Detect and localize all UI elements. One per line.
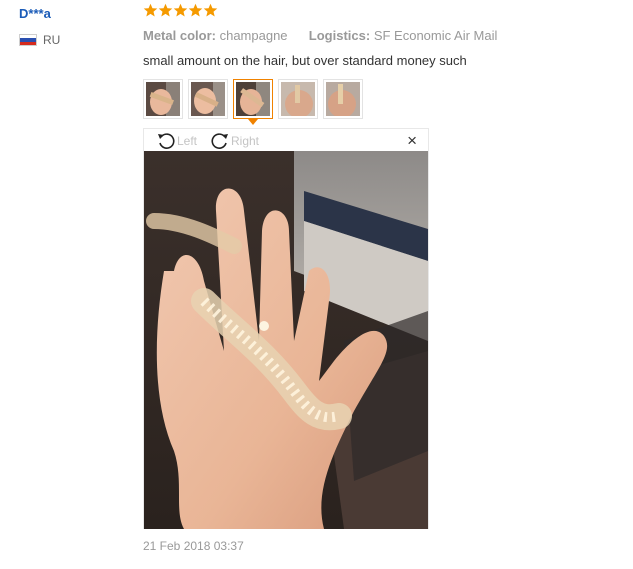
photo-viewer: Left Right × xyxy=(143,128,429,529)
product-attributes: Metal color: champagne Logistics: SF Eco… xyxy=(143,28,497,43)
reviewer-country: RU xyxy=(19,33,99,47)
active-thumbnail-pointer xyxy=(248,119,258,125)
review-text: small amount on the hair, but over stand… xyxy=(143,53,467,68)
photo-thumbnail[interactable] xyxy=(188,79,228,119)
star-icon xyxy=(158,3,173,17)
photo-thumbnails xyxy=(143,79,363,125)
star-icon xyxy=(203,3,218,17)
review-timestamp: 21 Feb 2018 03:37 xyxy=(143,539,244,553)
reviewer-info: D***a RU xyxy=(19,6,60,47)
star-icon xyxy=(143,3,158,17)
photo-thumbnail[interactable] xyxy=(323,79,363,119)
review-photo-thumbnail-icon xyxy=(146,82,180,116)
rotate-left-button[interactable]: Left xyxy=(156,131,197,151)
rotate-left-icon xyxy=(158,133,175,149)
star-icon xyxy=(173,3,188,17)
photo-viewer-toolbar: Left Right × xyxy=(144,129,428,152)
attr-value-logistics: SF Economic Air Mail xyxy=(373,28,498,43)
photo-thumbnail[interactable] xyxy=(278,79,318,119)
country-code: RU xyxy=(43,33,61,47)
attr-key-logistics: Logistics: xyxy=(308,28,371,43)
review-photo-thumbnail-icon xyxy=(281,82,315,116)
review-photo xyxy=(144,151,428,529)
photo-thumbnail[interactable] xyxy=(143,79,183,119)
russia-flag-icon xyxy=(19,34,37,46)
reviewer-name[interactable]: D***a xyxy=(19,6,51,21)
star-rating xyxy=(143,3,218,18)
star-icon xyxy=(188,3,203,17)
attr-value-metal-color: champagne xyxy=(219,28,288,43)
rotate-right-label: Right xyxy=(231,134,260,148)
review-photo-thumbnail-icon xyxy=(236,82,270,116)
review-photo-thumbnail-icon xyxy=(326,82,360,116)
rotate-right-icon xyxy=(211,133,228,149)
photo-thumbnail-active[interactable] xyxy=(233,79,273,125)
review-photo-thumbnail-icon xyxy=(191,82,225,116)
attr-key-metal-color: Metal color: xyxy=(143,28,216,43)
rotate-left-label: Left xyxy=(177,134,198,148)
close-viewer-button[interactable]: × xyxy=(407,131,417,151)
rotate-right-button[interactable]: Right xyxy=(210,131,259,151)
